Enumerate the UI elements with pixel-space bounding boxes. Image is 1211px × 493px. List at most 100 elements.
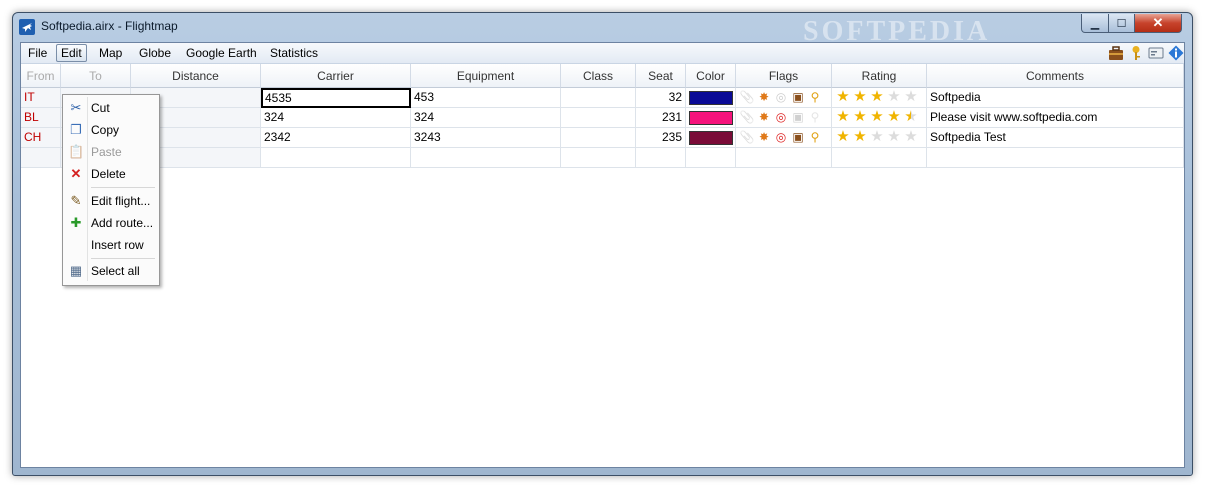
star-icon[interactable]: ★ bbox=[835, 129, 851, 145]
cell-flags[interactable] bbox=[736, 148, 832, 168]
cell-comment[interactable]: Please visit www.softpedia.com bbox=[927, 108, 1184, 128]
cell-seat[interactable]: 235 bbox=[636, 128, 686, 148]
cell-class[interactable] bbox=[561, 148, 636, 168]
edit-menu-dropdown: ✂ Cut ❐ Copy 📋 Paste ✕ Delete ✎ Edit fli… bbox=[62, 94, 160, 286]
menu-statistics[interactable]: Statistics bbox=[266, 45, 322, 61]
cell-class[interactable] bbox=[561, 128, 636, 148]
menu-google-earth[interactable]: Google Earth bbox=[182, 45, 261, 61]
lifebuoy-icon[interactable]: ◎ bbox=[773, 89, 789, 105]
info-icon[interactable] bbox=[1168, 45, 1184, 61]
star-icon[interactable]: ★ bbox=[869, 89, 885, 105]
cell-rating[interactable]: ★ ★ ★ ★ ★ bbox=[832, 88, 927, 108]
cell-color[interactable] bbox=[686, 148, 736, 168]
star-icon[interactable]: ★ bbox=[852, 89, 868, 105]
column-header-color[interactable]: Color bbox=[686, 64, 736, 88]
cell-rating[interactable]: ★ ★ ★ ★ ★ bbox=[832, 128, 927, 148]
luggage-icon[interactable]: ▣ bbox=[790, 129, 806, 145]
luggage-icon[interactable] bbox=[1108, 45, 1124, 61]
badge-icon[interactable]: ✸ bbox=[756, 89, 772, 105]
luggage-icon[interactable]: ▣ bbox=[790, 89, 806, 105]
cell-equipment[interactable]: 3243 bbox=[411, 128, 561, 148]
badge-icon[interactable]: ✸ bbox=[756, 129, 772, 145]
cell-comment[interactable]: Softpedia Test bbox=[927, 128, 1184, 148]
column-header-from[interactable]: From bbox=[21, 64, 61, 88]
cell-color[interactable] bbox=[686, 128, 736, 148]
lifebuoy-icon[interactable]: ◎ bbox=[773, 109, 789, 125]
cell-carrier[interactable]: 324 bbox=[261, 108, 411, 128]
cell-from[interactable]: BL bbox=[21, 108, 61, 128]
star-icon[interactable]: ★ bbox=[835, 89, 851, 105]
menu-item-edit-flight[interactable]: ✎ Edit flight... bbox=[65, 191, 157, 211]
star-icon[interactable]: ★ bbox=[903, 89, 919, 105]
column-header-comments[interactable]: Comments bbox=[927, 64, 1184, 88]
cell-from[interactable] bbox=[21, 148, 61, 168]
close-button[interactable]: ✕ bbox=[1134, 14, 1182, 33]
card-icon[interactable] bbox=[1148, 45, 1164, 61]
cell-seat[interactable] bbox=[636, 148, 686, 168]
cell-rating[interactable] bbox=[832, 148, 927, 168]
menu-item-select-all[interactable]: ▦ Select all bbox=[65, 261, 157, 281]
cell-flags[interactable]: 📎 ✸ ◎ ▣ ⚲ bbox=[736, 128, 832, 148]
paperclip-icon[interactable]: 📎 bbox=[739, 109, 755, 125]
cell-rating[interactable]: ★ ★ ★ ★ ★ bbox=[832, 108, 927, 128]
cell-equipment[interactable] bbox=[411, 148, 561, 168]
cell-seat[interactable]: 32 bbox=[636, 88, 686, 108]
menu-edit[interactable]: Edit bbox=[56, 44, 87, 62]
luggage-icon[interactable]: ▣ bbox=[790, 109, 806, 125]
column-header-carrier[interactable]: Carrier bbox=[261, 64, 411, 88]
star-icon[interactable]: ★ bbox=[852, 109, 868, 125]
star-icon[interactable]: ★ bbox=[835, 109, 851, 125]
paperclip-icon[interactable]: 📎 bbox=[739, 89, 755, 105]
link-icon[interactable]: ⚲ bbox=[807, 89, 823, 105]
maximize-button[interactable]: ☐ bbox=[1108, 14, 1135, 33]
cell-carrier[interactable]: 2342 bbox=[261, 128, 411, 148]
cell-equipment[interactable]: 324 bbox=[411, 108, 561, 128]
paperclip-icon[interactable]: 📎 bbox=[739, 129, 755, 145]
cell-equipment[interactable]: 453 bbox=[411, 88, 561, 108]
star-icon[interactable]: ★ bbox=[886, 89, 902, 105]
column-header-to[interactable]: To bbox=[61, 64, 131, 88]
key-icon[interactable] bbox=[1128, 45, 1144, 61]
lifebuoy-icon[interactable]: ◎ bbox=[773, 129, 789, 145]
star-icon[interactable]: ★ bbox=[886, 129, 902, 145]
cell-carrier[interactable] bbox=[261, 148, 411, 168]
column-header-flags[interactable]: Flags bbox=[736, 64, 832, 88]
link-icon[interactable]: ⚲ bbox=[807, 109, 823, 125]
star-icon[interactable]: ★ bbox=[869, 109, 885, 125]
cell-flags[interactable]: 📎 ✸ ◎ ▣ ⚲ bbox=[736, 108, 832, 128]
star-icon[interactable]: ★ bbox=[869, 129, 885, 145]
title-bar[interactable]: Softpedia.airx - Flightmap SOFTPEDIA ▁ ☐… bbox=[13, 13, 1192, 47]
menu-globe[interactable]: Globe bbox=[135, 45, 175, 61]
cell-class[interactable] bbox=[561, 108, 636, 128]
column-header-rating[interactable]: Rating bbox=[832, 64, 927, 88]
menu-item-delete[interactable]: ✕ Delete bbox=[65, 164, 157, 184]
link-icon[interactable]: ⚲ bbox=[807, 129, 823, 145]
cell-class[interactable] bbox=[561, 88, 636, 108]
cell-comment[interactable] bbox=[927, 148, 1184, 168]
star-icon[interactable]: ★ bbox=[886, 109, 902, 125]
cell-color[interactable] bbox=[686, 88, 736, 108]
star-icon[interactable]: ★ bbox=[852, 129, 868, 145]
star-icon[interactable]: ★ bbox=[903, 129, 919, 145]
menu-item-copy[interactable]: ❐ Copy bbox=[65, 120, 157, 140]
column-header-class[interactable]: Class bbox=[561, 64, 636, 88]
column-header-seat[interactable]: Seat bbox=[636, 64, 686, 88]
cell-from[interactable]: CH bbox=[21, 128, 61, 148]
cell-carrier[interactable]: 4535 bbox=[261, 88, 411, 108]
cell-flags[interactable]: 📎 ✸ ◎ ▣ ⚲ bbox=[736, 88, 832, 108]
cell-comment[interactable]: Softpedia bbox=[927, 88, 1184, 108]
menu-item-cut[interactable]: ✂ Cut bbox=[65, 98, 157, 118]
cell-color[interactable] bbox=[686, 108, 736, 128]
cell-from[interactable]: IT bbox=[21, 88, 61, 108]
menu-item-paste[interactable]: 📋 Paste bbox=[65, 142, 157, 162]
star-icon[interactable]: ★ bbox=[903, 109, 919, 125]
badge-icon[interactable]: ✸ bbox=[756, 109, 772, 125]
menu-item-insert-row[interactable]: Insert row bbox=[65, 235, 157, 255]
cell-seat[interactable]: 231 bbox=[636, 108, 686, 128]
menu-file[interactable]: File bbox=[24, 45, 51, 61]
column-header-distance[interactable]: Distance bbox=[131, 64, 261, 88]
minimize-button[interactable]: ▁ bbox=[1081, 14, 1109, 33]
menu-map[interactable]: Map bbox=[95, 45, 126, 61]
column-header-equipment[interactable]: Equipment bbox=[411, 64, 561, 88]
menu-item-add-route[interactable]: ✚ Add route... bbox=[65, 213, 157, 233]
